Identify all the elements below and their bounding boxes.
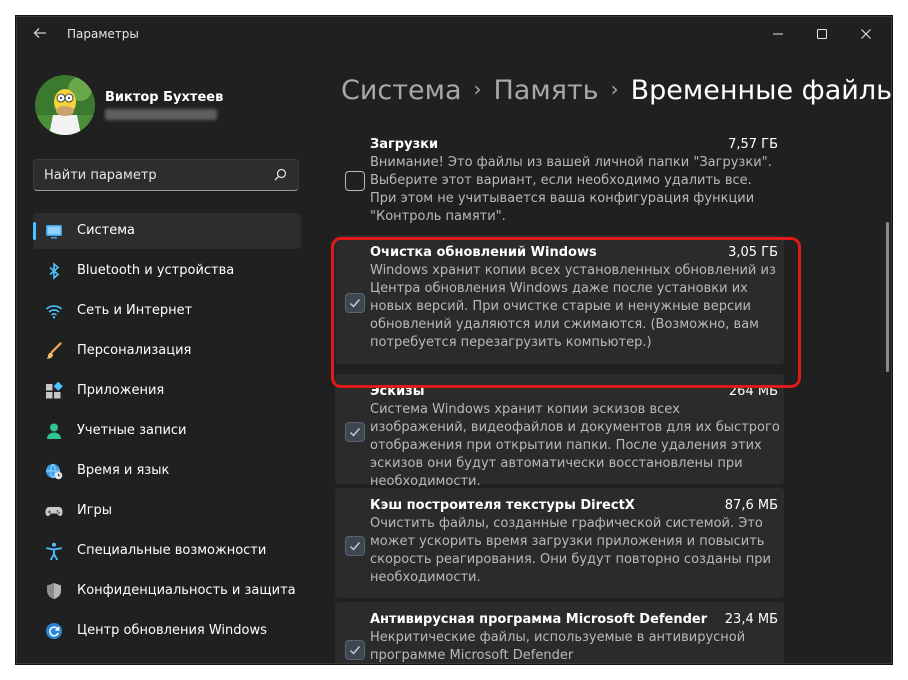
bluetooth-icon <box>45 262 63 280</box>
sidebar-item-bluetooth[interactable]: Bluetooth и устройства <box>33 253 301 289</box>
sidebar-item-personalization[interactable]: Персонализация <box>33 333 301 369</box>
search-icon[interactable] <box>272 167 288 183</box>
temp-file-item-defender[interactable]: Антивирусная программа Microsoft Defende… <box>335 602 784 663</box>
accessibility-icon <box>45 542 63 561</box>
breadcrumb-separator: › <box>473 77 482 101</box>
item-size: 23,4 МБ <box>724 612 778 627</box>
sidebar-item-label: Время и язык <box>77 463 170 478</box>
item-size: 87,6 МБ <box>724 498 778 513</box>
temp-file-item-directx-cache[interactable]: Кэш построителя текстуры DirectX 87,6 МБ… <box>335 488 784 598</box>
highlight-frame <box>331 237 801 388</box>
item-description: Очистить файлы, созданные графической си… <box>370 516 771 585</box>
sidebar-item-label: Центр обновления Windows <box>77 623 267 638</box>
sidebar-item-label: Сеть и Интернет <box>77 303 193 318</box>
sidebar-item-time-language[interactable]: Время и язык <box>33 453 301 489</box>
sidebar-item-label: Персонализация <box>77 343 192 358</box>
sidebar-item-apps[interactable]: Приложения <box>33 373 301 409</box>
checkbox-checked[interactable] <box>345 640 365 660</box>
item-description: Внимание! Это файлы из вашей личной папк… <box>370 155 772 224</box>
checkbox-checked[interactable] <box>345 536 365 556</box>
item-title: Антивирусная программа Microsoft Defende… <box>370 612 708 627</box>
globe-clock-icon <box>45 462 63 480</box>
breadcrumb: Система › Память › Временные файлы <box>341 75 892 106</box>
search-input[interactable]: Найти параметр <box>33 159 299 191</box>
breadcrumb-separator: › <box>610 77 619 101</box>
minimize-icon[interactable] <box>755 17 801 51</box>
checkbox-unchecked[interactable] <box>345 171 365 191</box>
user-avatar[interactable] <box>35 75 95 135</box>
sidebar-item-label: Игры <box>77 503 113 518</box>
page-title: Временные файлы <box>630 75 892 106</box>
item-description: Система Windows хранит копии эскизов все… <box>370 402 780 489</box>
temp-file-item-thumbnails[interactable]: Эскизы 264 МБ Система Windows хранит коп… <box>335 374 784 489</box>
checkbox-checked[interactable] <box>345 422 365 442</box>
breadcrumb-item-system[interactable]: Система <box>341 75 462 106</box>
update-icon <box>45 622 63 640</box>
temp-file-item-downloads[interactable]: Загрузки 7,57 ГБ Внимание! Это файлы из … <box>335 127 784 224</box>
sidebar-item-gaming[interactable]: Игры <box>33 493 301 529</box>
scrollbar-thumb[interactable] <box>886 222 889 372</box>
search-placeholder: Найти параметр <box>44 168 157 183</box>
apps-icon <box>45 381 63 400</box>
user-email-redacted <box>105 109 217 120</box>
title-bar: Параметры <box>17 17 891 51</box>
maximize-icon[interactable] <box>799 17 845 51</box>
sidebar-item-windows-update[interactable]: Центр обновления Windows <box>33 613 301 649</box>
sidebar-item-label: Учетные записи <box>77 423 187 438</box>
sidebar-item-privacy[interactable]: Конфиденциальность и защита <box>33 573 301 609</box>
shield-icon <box>45 582 63 600</box>
system-icon <box>45 222 63 240</box>
sidebar-item-system[interactable]: Система <box>33 213 301 249</box>
account-icon <box>45 422 63 440</box>
brush-icon <box>45 342 63 360</box>
sidebar-item-accessibility[interactable]: Специальные возможности <box>33 533 301 569</box>
sidebar-nav: Система Bluetooth и устройства Сеть и Ин… <box>33 213 301 653</box>
breadcrumb-item-storage[interactable]: Память <box>494 75 599 106</box>
checkmark-icon <box>350 646 361 655</box>
sidebar-item-label: Специальные возможности <box>77 543 267 558</box>
sidebar-item-accounts[interactable]: Учетные записи <box>33 413 301 449</box>
checkmark-icon <box>350 428 361 437</box>
back-arrow-icon[interactable] <box>29 25 51 43</box>
gamepad-icon <box>45 502 63 520</box>
item-description: Некритические файлы, используемые в анти… <box>370 630 746 663</box>
settings-window: Параметры Виктор Бухтеев Найти параметр … <box>16 16 892 664</box>
item-size: 7,57 ГБ <box>728 137 778 152</box>
app-title: Параметры <box>67 27 139 41</box>
sidebar-item-label: Конфиденциальность и защита <box>77 583 296 598</box>
sidebar: Виктор Бухтеев Найти параметр Система Bl… <box>17 51 317 663</box>
sidebar-item-label: Bluetooth и устройства <box>77 263 235 278</box>
sidebar-item-network[interactable]: Сеть и Интернет <box>33 293 301 329</box>
close-icon[interactable] <box>843 17 889 51</box>
item-title: Кэш построителя текстуры DirectX <box>370 498 635 513</box>
wifi-icon <box>45 302 63 320</box>
checkmark-icon <box>350 542 361 551</box>
user-name: Виктор Бухтеев <box>105 90 224 105</box>
sidebar-item-label: Приложения <box>77 383 165 398</box>
item-title: Загрузки <box>370 137 439 152</box>
active-indicator <box>33 222 36 240</box>
temp-files-list: Загрузки 7,57 ГБ Внимание! Это файлы из … <box>335 127 891 663</box>
sidebar-item-label: Система <box>77 223 136 238</box>
